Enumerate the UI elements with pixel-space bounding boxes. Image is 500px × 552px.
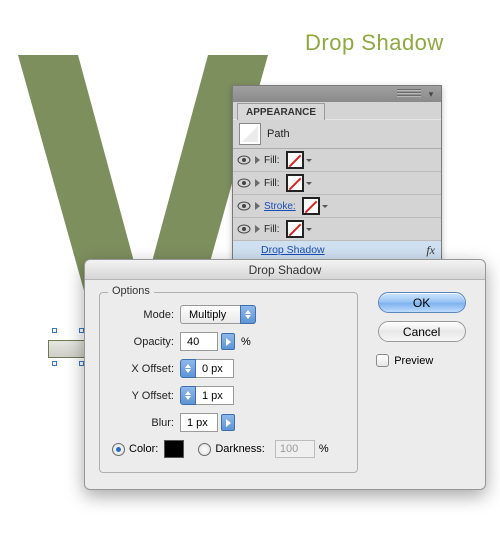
disclosure-triangle-icon[interactable] — [255, 202, 260, 210]
panel-titlebar[interactable]: ▾ — [233, 86, 441, 102]
drop-shadow-effect-row[interactable]: Drop Shadow fx — [233, 241, 441, 260]
darkness-radio[interactable] — [198, 443, 211, 456]
fill-label: Fill: — [264, 178, 280, 189]
select-stepper-icon[interactable] — [240, 305, 256, 324]
stroke-label[interactable]: Stroke: — [264, 201, 296, 212]
swatch-popup-icon[interactable] — [306, 159, 312, 162]
blur-label: Blur: — [112, 417, 174, 429]
visibility-eye-icon[interactable] — [237, 199, 251, 213]
stepper-icon[interactable] — [180, 359, 196, 378]
visibility-eye-icon[interactable] — [237, 153, 251, 167]
fill-row[interactable]: Fill: — [233, 218, 441, 241]
options-legend: Options — [108, 285, 154, 297]
opacity-unit: % — [241, 336, 251, 348]
fill-swatch[interactable] — [286, 174, 304, 192]
fill-swatch[interactable] — [286, 220, 304, 238]
stepper-icon[interactable] — [180, 386, 196, 405]
swatch-popup-icon[interactable] — [306, 182, 312, 185]
color-label: Color: — [129, 443, 158, 455]
path-row[interactable]: Path — [233, 119, 441, 149]
mode-label: Mode: — [112, 309, 174, 321]
disclosure-triangle-icon[interactable] — [255, 225, 260, 233]
mode-value: Multiply — [180, 305, 240, 324]
disclosure-triangle-icon[interactable] — [255, 179, 260, 187]
dialog-title: Drop Shadow — [85, 260, 485, 280]
stroke-row[interactable]: Stroke: — [233, 195, 441, 218]
visibility-eye-icon[interactable] — [237, 176, 251, 190]
darkness-input: 100 — [275, 440, 315, 458]
opacity-value: 40 — [180, 332, 218, 351]
yoffset-value: 1 px — [196, 386, 234, 405]
panel-grip-icon — [397, 89, 421, 97]
preview-checkbox[interactable] — [376, 354, 389, 367]
fx-badge-icon[interactable]: fx — [426, 243, 435, 258]
blur-flyout-icon[interactable] — [221, 414, 235, 431]
appearance-panel: ▾ APPEARANCE Path Fill: Fill: — [232, 85, 442, 280]
disclosure-triangle-icon[interactable] — [255, 156, 260, 164]
path-label: Path — [267, 128, 290, 140]
mode-select[interactable]: Multiply — [180, 305, 256, 324]
yoffset-label: Y Offset: — [112, 390, 174, 402]
xoffset-label: X Offset: — [112, 363, 174, 375]
options-fieldset: Options Mode: Multiply Opacity: 40 % X O… — [99, 292, 358, 473]
darkness-unit: % — [319, 443, 329, 455]
visibility-eye-icon[interactable] — [237, 222, 251, 236]
color-radio[interactable] — [112, 443, 125, 456]
blur-input[interactable]: 1 px — [180, 413, 218, 432]
fill-row[interactable]: Fill: — [233, 172, 441, 195]
color-swatch[interactable] — [164, 440, 184, 458]
opacity-label: Opacity: — [112, 336, 174, 348]
opacity-input[interactable]: 40 — [180, 332, 218, 351]
path-thumbnail-icon — [239, 123, 261, 145]
opacity-flyout-icon[interactable] — [221, 333, 235, 350]
yoffset-input[interactable]: 1 px — [180, 386, 234, 405]
drop-shadow-dialog: Drop Shadow Options Mode: Multiply Opaci… — [84, 259, 486, 490]
effect-label: Drop Shadow — [261, 244, 325, 256]
xoffset-value: 0 px — [196, 359, 234, 378]
fill-label: Fill: — [264, 224, 280, 235]
fill-row[interactable]: Fill: — [233, 149, 441, 172]
ok-button[interactable]: OK — [378, 292, 466, 313]
fill-swatch[interactable] — [286, 151, 304, 169]
xoffset-input[interactable]: 0 px — [180, 359, 234, 378]
swatch-popup-icon[interactable] — [322, 205, 328, 208]
darkness-label: Darkness: — [215, 443, 265, 455]
fill-label: Fill: — [264, 155, 280, 166]
blur-value: 1 px — [180, 413, 218, 432]
page-title: Drop Shadow — [305, 30, 444, 56]
panel-flyout-menu-icon[interactable]: ▾ — [425, 88, 437, 100]
stroke-swatch[interactable] — [302, 197, 320, 215]
preview-label: Preview — [394, 355, 433, 367]
appearance-tab[interactable]: APPEARANCE — [237, 103, 325, 120]
swatch-popup-icon[interactable] — [306, 228, 312, 231]
cancel-button[interactable]: Cancel — [378, 321, 466, 342]
